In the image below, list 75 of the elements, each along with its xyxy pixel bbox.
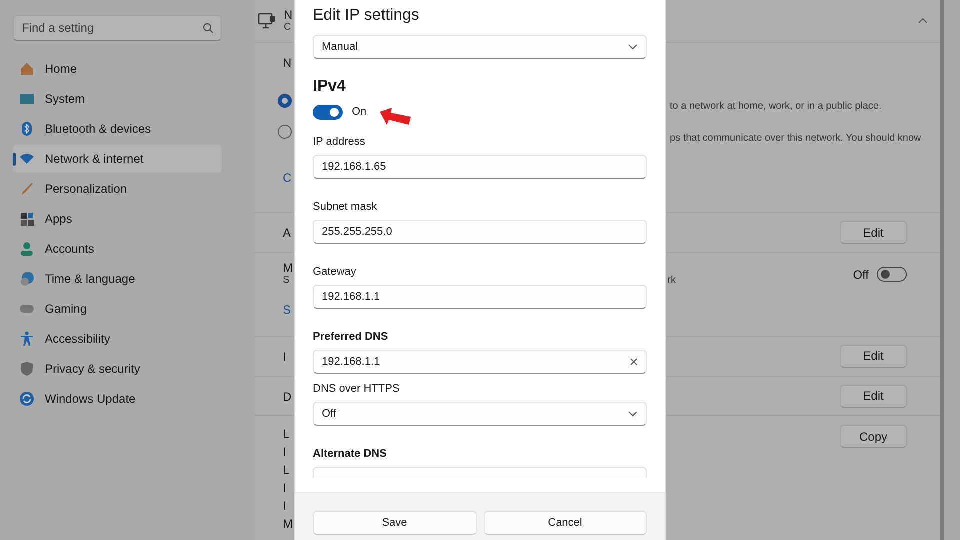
input-field[interactable]: 192.168.1.65 [313, 155, 647, 179]
field-label: IP address [313, 135, 366, 150]
sidebar-item[interactable]: Accounts [13, 235, 222, 263]
property-label: L [283, 426, 290, 444]
sidebar-item[interactable]: Gaming [13, 295, 222, 323]
property-label: I [283, 498, 286, 516]
sidebar-item[interactable]: Network & internet [13, 145, 222, 173]
wifi-icon [19, 151, 35, 167]
property-label: L [283, 462, 290, 480]
cancel-button[interactable]: Cancel [484, 511, 647, 535]
sidebar-item[interactable]: Apps [13, 205, 222, 233]
dns-dropdown[interactable]: Off [313, 402, 647, 426]
input-field[interactable]: 192.168.1.1 [313, 285, 647, 309]
pointer-arrow [380, 108, 412, 126]
section-heading: IPv4 [313, 77, 347, 97]
person-icon [19, 241, 35, 257]
chevron-icon[interactable] [918, 18, 928, 24]
sidebar-item[interactable]: Personalization [13, 175, 222, 203]
chevron-icon[interactable] [628, 411, 638, 417]
option-description: ps that communicate over this network. You should know [670, 132, 922, 145]
field-label: Preferred DNS [313, 330, 390, 345]
sidebar-item[interactable]: Time & language [13, 265, 222, 293]
brush-icon [19, 181, 35, 197]
monitor-icon [19, 91, 35, 107]
search-field[interactable]: Find a setting [13, 15, 222, 41]
edit-button[interactable]: Edit [840, 221, 907, 244]
clear-icon[interactable] [630, 358, 638, 366]
settings-link[interactable]: C [283, 170, 292, 185]
edit-button[interactable]: Edit [840, 344, 907, 368]
input-field[interactable]: 192.168.1.1 [313, 350, 647, 374]
setting-link[interactable]: S [283, 302, 292, 317]
setting-description: S [283, 274, 290, 287]
setting-label: D [283, 390, 292, 404]
bluetooth-icon [19, 121, 35, 137]
toggle-state: Off [853, 268, 869, 282]
setting-description: rk [668, 274, 676, 287]
sidebar-item[interactable]: System [13, 85, 222, 113]
setting-label: I [283, 350, 286, 364]
edit-button[interactable]: Edit [840, 384, 907, 408]
property-label: M [283, 516, 293, 534]
setting-label: M [283, 260, 293, 275]
property-label: I [283, 444, 286, 462]
field-label: Subnet mask [313, 200, 378, 215]
radio-button[interactable] [278, 94, 292, 108]
option-description: to a network at home, work, or in a public place. [670, 100, 882, 113]
dialog-title: Edit IP settings [313, 6, 420, 26]
field-label: Gateway [313, 265, 358, 280]
section-title: N [284, 8, 293, 22]
computer-icon [258, 12, 276, 30]
search-icon [203, 23, 214, 34]
radio-button[interactable] [278, 124, 292, 139]
sidebar-item[interactable]: Bluetooth & devices [13, 115, 222, 143]
sync-icon [19, 391, 35, 407]
shield-icon [19, 361, 35, 377]
section-subtitle: C [284, 22, 292, 34]
input-field[interactable]: 255.255.255.0 [313, 220, 647, 244]
copy-button[interactable]: Copy [840, 425, 907, 448]
mode-dropdown[interactable]: Manual [313, 35, 647, 59]
toggle-switch[interactable] [877, 267, 907, 282]
field-label: Alternate DNS [313, 447, 388, 462]
property-label: I [283, 480, 286, 498]
ipv4-toggle[interactable] [313, 104, 343, 120]
home-icon [19, 61, 35, 77]
apps-icon [19, 211, 35, 227]
sidebar-item[interactable]: Home [13, 55, 222, 83]
sidebar-item[interactable]: Privacy & security [13, 355, 222, 383]
accessibility-icon [19, 331, 35, 347]
field-label: DNS over HTTPS [313, 382, 401, 397]
sidebar-item[interactable]: Accessibility [13, 325, 222, 353]
toggle-state: On [352, 105, 367, 119]
profile-title: N [283, 56, 292, 70]
setting-label: A [283, 226, 292, 240]
save-button[interactable]: Save [313, 511, 476, 535]
chevron-icon[interactable] [628, 44, 638, 50]
sidebar-item[interactable]: Windows Update [13, 385, 222, 413]
